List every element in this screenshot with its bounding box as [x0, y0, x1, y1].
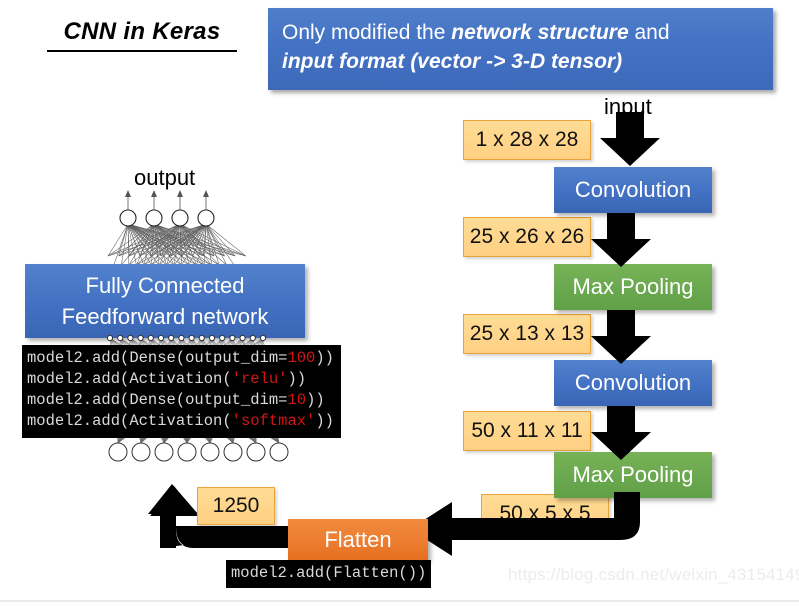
banner-line2-bold: input format (vector -> 3-D tensor) [282, 50, 623, 73]
fc-line-1: Fully Connected [85, 273, 245, 298]
shape-box-4: 50 x 11 x 11 [463, 411, 591, 451]
code-line-2: model2.add(Activation('relu')) [27, 370, 307, 388]
down-arrow-2 [591, 310, 651, 364]
fully-connected-box: Fully Connected Feedforward network [25, 264, 305, 338]
page-title: CNN in Keras [47, 18, 237, 52]
slide-canvas: CNN in Keras Only modified the network s… [0, 0, 799, 606]
down-arrow-input [600, 112, 660, 166]
code-line-1: model2.add(Dense(output_dim=100)) [27, 349, 334, 367]
op-box-flatten: Flatten [288, 519, 428, 560]
elbow-arrow-to-flatten [410, 492, 640, 556]
shape-box-2: 25 x 26 x 26 [463, 217, 591, 257]
op-box-convolution-1: Convolution [554, 167, 712, 213]
down-arrow-1 [591, 213, 651, 267]
shape-box-1: 1 x 28 x 28 [463, 120, 591, 160]
flatten-vector-size-box: 1250 [197, 487, 275, 525]
banner-line1-post: and [628, 21, 670, 44]
code-line-3: model2.add(Dense(output_dim=10)) [27, 391, 325, 409]
watermark-url: https://blog.csdn.net/weixin_43154149 [508, 565, 799, 584]
code-dense-block: model2.add(Dense(output_dim=100)) model2… [22, 345, 341, 438]
down-arrow-3 [591, 406, 651, 460]
note-banner: Only modified the network structure and … [268, 8, 773, 90]
code-flatten: model2.add(Flatten()) [226, 560, 432, 588]
footer-divider [0, 600, 799, 602]
fc-line-2: Feedforward network [61, 304, 269, 329]
banner-line1-pre: Only modified the [282, 21, 452, 44]
op-box-maxpooling-1: Max Pooling [554, 264, 712, 310]
op-box-convolution-2: Convolution [554, 360, 712, 406]
shape-box-3: 25 x 13 x 13 [463, 314, 591, 354]
code-line-4: model2.add(Activation('softmax')) [27, 412, 334, 430]
output-label: output [134, 165, 196, 190]
banner-line1-bold: network structure [451, 21, 629, 44]
